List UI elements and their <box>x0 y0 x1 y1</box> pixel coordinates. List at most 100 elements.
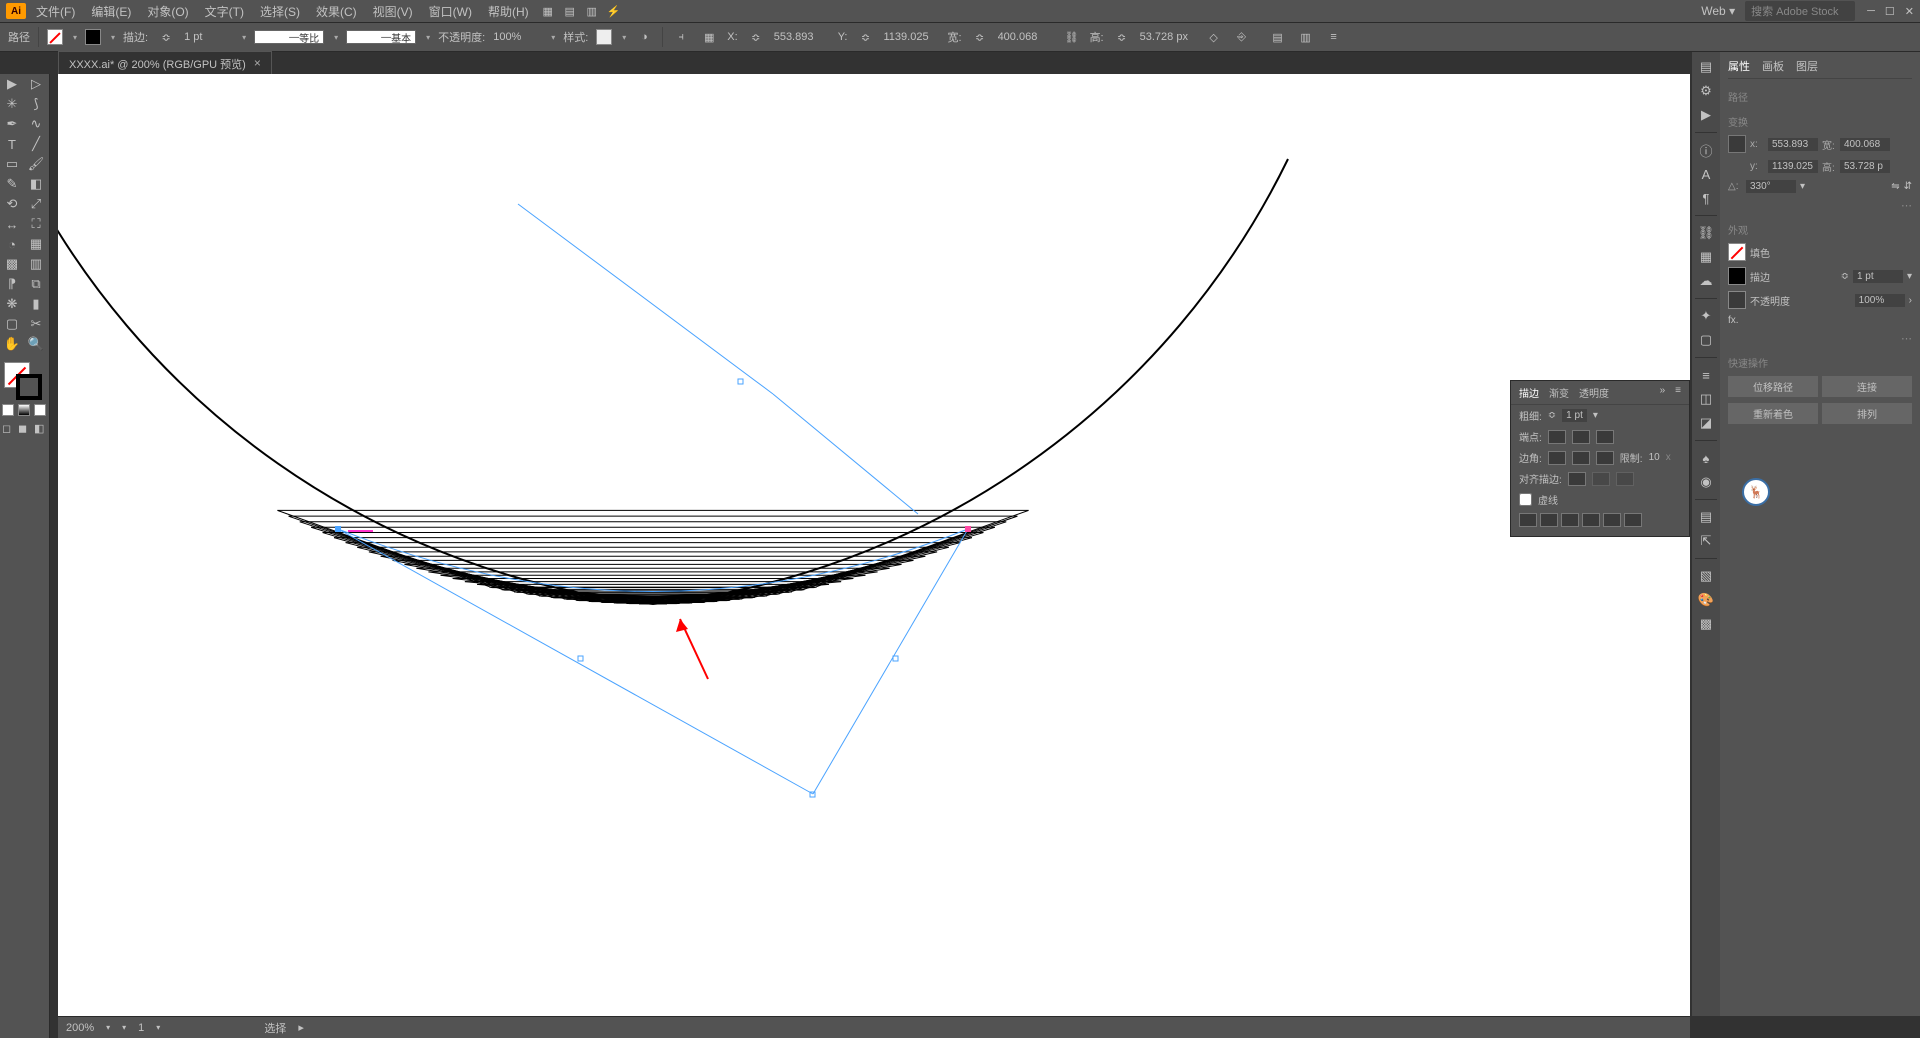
recolor-button[interactable]: 重新着色 <box>1728 403 1818 424</box>
lasso-tool[interactable]: ⟆ <box>24 94 48 114</box>
swatches2-icon[interactable]: ▩ <box>1695 613 1717 635</box>
stroke-value[interactable]: 1 pt <box>1853 270 1903 283</box>
y-value[interactable]: 1139.025 <box>1768 160 1818 173</box>
swatches-icon[interactable]: ▦ <box>1695 246 1717 268</box>
stepper-icon[interactable]: ≎ <box>970 27 990 47</box>
dash-field[interactable] <box>1519 513 1537 527</box>
shape-icon[interactable]: ◇ <box>1204 27 1224 47</box>
offset-path-button[interactable]: 位移路径 <box>1728 376 1818 397</box>
zoom-tool[interactable]: 🔍 <box>24 334 48 354</box>
document-tab[interactable]: XXXX.ai* @ 200% (RGB/GPU 预览) × <box>58 51 272 76</box>
y-input[interactable] <box>884 31 940 43</box>
panel-group-icon[interactable]: ▤ <box>1268 27 1288 47</box>
collapse-icon[interactable]: » <box>1660 385 1666 400</box>
play-icon[interactable]: ▶ <box>1695 104 1717 126</box>
paragraph-icon[interactable]: ¶ <box>1695 187 1717 209</box>
flip-v-icon[interactable]: ⇵ <box>1904 181 1912 192</box>
stepper-icon[interactable]: ≎ <box>746 27 766 47</box>
css-panel-icon[interactable]: ▤ <box>1695 56 1717 78</box>
free-transform-tool[interactable]: ⛶ <box>24 214 48 234</box>
gradient-mode-icon[interactable] <box>18 404 30 416</box>
stepper-icon[interactable]: ≎ <box>1112 27 1132 47</box>
cap-butt-icon[interactable] <box>1548 430 1566 444</box>
panel-menu-icon[interactable]: ≡ <box>1324 27 1344 47</box>
stepper-icon[interactable]: ≎ <box>856 27 876 47</box>
artboard-tool[interactable]: ▢ <box>0 314 24 334</box>
scale-tool[interactable]: ⤢ <box>24 194 48 214</box>
gradient-tab[interactable]: 渐变 <box>1549 385 1569 400</box>
gradient-tool[interactable]: ▥ <box>24 254 48 274</box>
bridge-icon[interactable]: ▦ <box>539 3 557 19</box>
drawing-mode-icon[interactable]: ◧ <box>34 422 46 434</box>
align-center-icon[interactable] <box>1568 472 1586 486</box>
info-icon[interactable]: ⓘ <box>1695 139 1717 161</box>
eraser-tool[interactable]: ◧ <box>24 174 48 194</box>
weight-value[interactable]: 1 pt <box>1562 409 1587 422</box>
mesh-tool[interactable]: ▩ <box>0 254 24 274</box>
x-value[interactable]: 553.893 <box>1768 138 1818 151</box>
limit-value[interactable]: 10 <box>1649 452 1660 463</box>
join-button[interactable]: 连接 <box>1822 376 1912 397</box>
corner-bevel-icon[interactable] <box>1596 451 1614 465</box>
canvas[interactable] <box>58 74 1690 1016</box>
more-options-icon[interactable]: ⋯ <box>1728 199 1912 212</box>
dash-field[interactable] <box>1561 513 1579 527</box>
stock-search[interactable]: 搜索 Adobe Stock <box>1745 1 1855 21</box>
tab-properties[interactable]: 属性 <box>1728 58 1750 74</box>
line-tool[interactable]: ╱ <box>24 134 48 154</box>
none-mode-icon[interactable] <box>34 404 46 416</box>
gear-icon[interactable]: ⚙ <box>1695 80 1717 102</box>
brush-definition[interactable]: —基本 <box>346 30 416 44</box>
perspective-grid-tool[interactable]: ▦ <box>24 234 48 254</box>
opacity-swatch[interactable] <box>1728 291 1746 309</box>
width-profile[interactable]: —等比 <box>254 30 324 44</box>
opacity-value[interactable]: 100% <box>1855 294 1905 307</box>
artboard-nav[interactable]: 1 <box>138 1022 144 1034</box>
shaper-tool[interactable]: ✎ <box>0 174 24 194</box>
transform-ref-icon[interactable]: ▦ <box>699 27 719 47</box>
status-menu-icon[interactable]: ▸ <box>298 1021 304 1034</box>
dashed-checkbox[interactable] <box>1519 493 1532 506</box>
drawing-mode-icon[interactable]: ◼ <box>18 422 30 434</box>
shape-builder-tool[interactable]: ◔ <box>0 234 24 254</box>
menu-window[interactable]: 窗口(W) <box>423 1 478 22</box>
symbols-icon[interactable]: ✦ <box>1695 305 1717 327</box>
menu-help[interactable]: 帮助(H) <box>482 1 535 22</box>
paintbrush-tool[interactable]: 🖌 <box>24 154 48 174</box>
selection-tool[interactable]: ▶ <box>0 74 24 94</box>
rectangle-tool[interactable]: ▭ <box>0 154 24 174</box>
column-graph-tool[interactable]: ▮ <box>24 294 48 314</box>
rotate-tool[interactable]: ⟲ <box>0 194 24 214</box>
stroke-swatch[interactable] <box>1728 267 1746 285</box>
angle-value[interactable]: 330° <box>1746 180 1796 193</box>
color-panel-icon[interactable]: ▧ <box>1695 565 1717 587</box>
links-icon[interactable]: ⛓ <box>1695 222 1717 244</box>
recolor-icon[interactable]: ◑ <box>634 27 654 47</box>
gap-field[interactable] <box>1540 513 1558 527</box>
link-wh-icon[interactable]: ⛓ <box>1062 27 1082 47</box>
arrange-docs-icon[interactable]: ▤ <box>561 3 579 19</box>
menu-effect[interactable]: 效果(C) <box>310 1 363 22</box>
pen-tool[interactable]: ✒ <box>0 114 24 134</box>
w-input[interactable] <box>998 31 1054 43</box>
asset-export-icon[interactable]: ⇱ <box>1695 530 1717 552</box>
type-tool[interactable]: T <box>0 134 24 154</box>
style-swatch[interactable] <box>596 29 612 45</box>
layers-panel-icon[interactable]: ▤ <box>1695 506 1717 528</box>
direct-selection-tool[interactable]: ▷ <box>24 74 48 94</box>
blend-tool[interactable]: ⧉ <box>24 274 48 294</box>
gap-field[interactable] <box>1624 513 1642 527</box>
corner-miter-icon[interactable] <box>1548 451 1566 465</box>
fill-swatch[interactable] <box>47 29 63 45</box>
minimize-icon[interactable]: ─ <box>1867 5 1875 18</box>
panel-menu-icon[interactable]: ≡ <box>1675 385 1681 400</box>
gap-field[interactable] <box>1582 513 1600 527</box>
width-tool[interactable]: ↔ <box>0 214 24 234</box>
stroke-indicator[interactable] <box>16 374 42 400</box>
menu-edit[interactable]: 编辑(E) <box>85 1 137 22</box>
artboards-icon[interactable]: ▢ <box>1695 329 1717 351</box>
curvature-tool[interactable]: ∿ <box>24 114 48 134</box>
menu-type[interactable]: 文字(T) <box>199 1 250 22</box>
fill-stroke-block[interactable] <box>0 362 48 402</box>
stroke-weight-input[interactable] <box>184 31 232 43</box>
